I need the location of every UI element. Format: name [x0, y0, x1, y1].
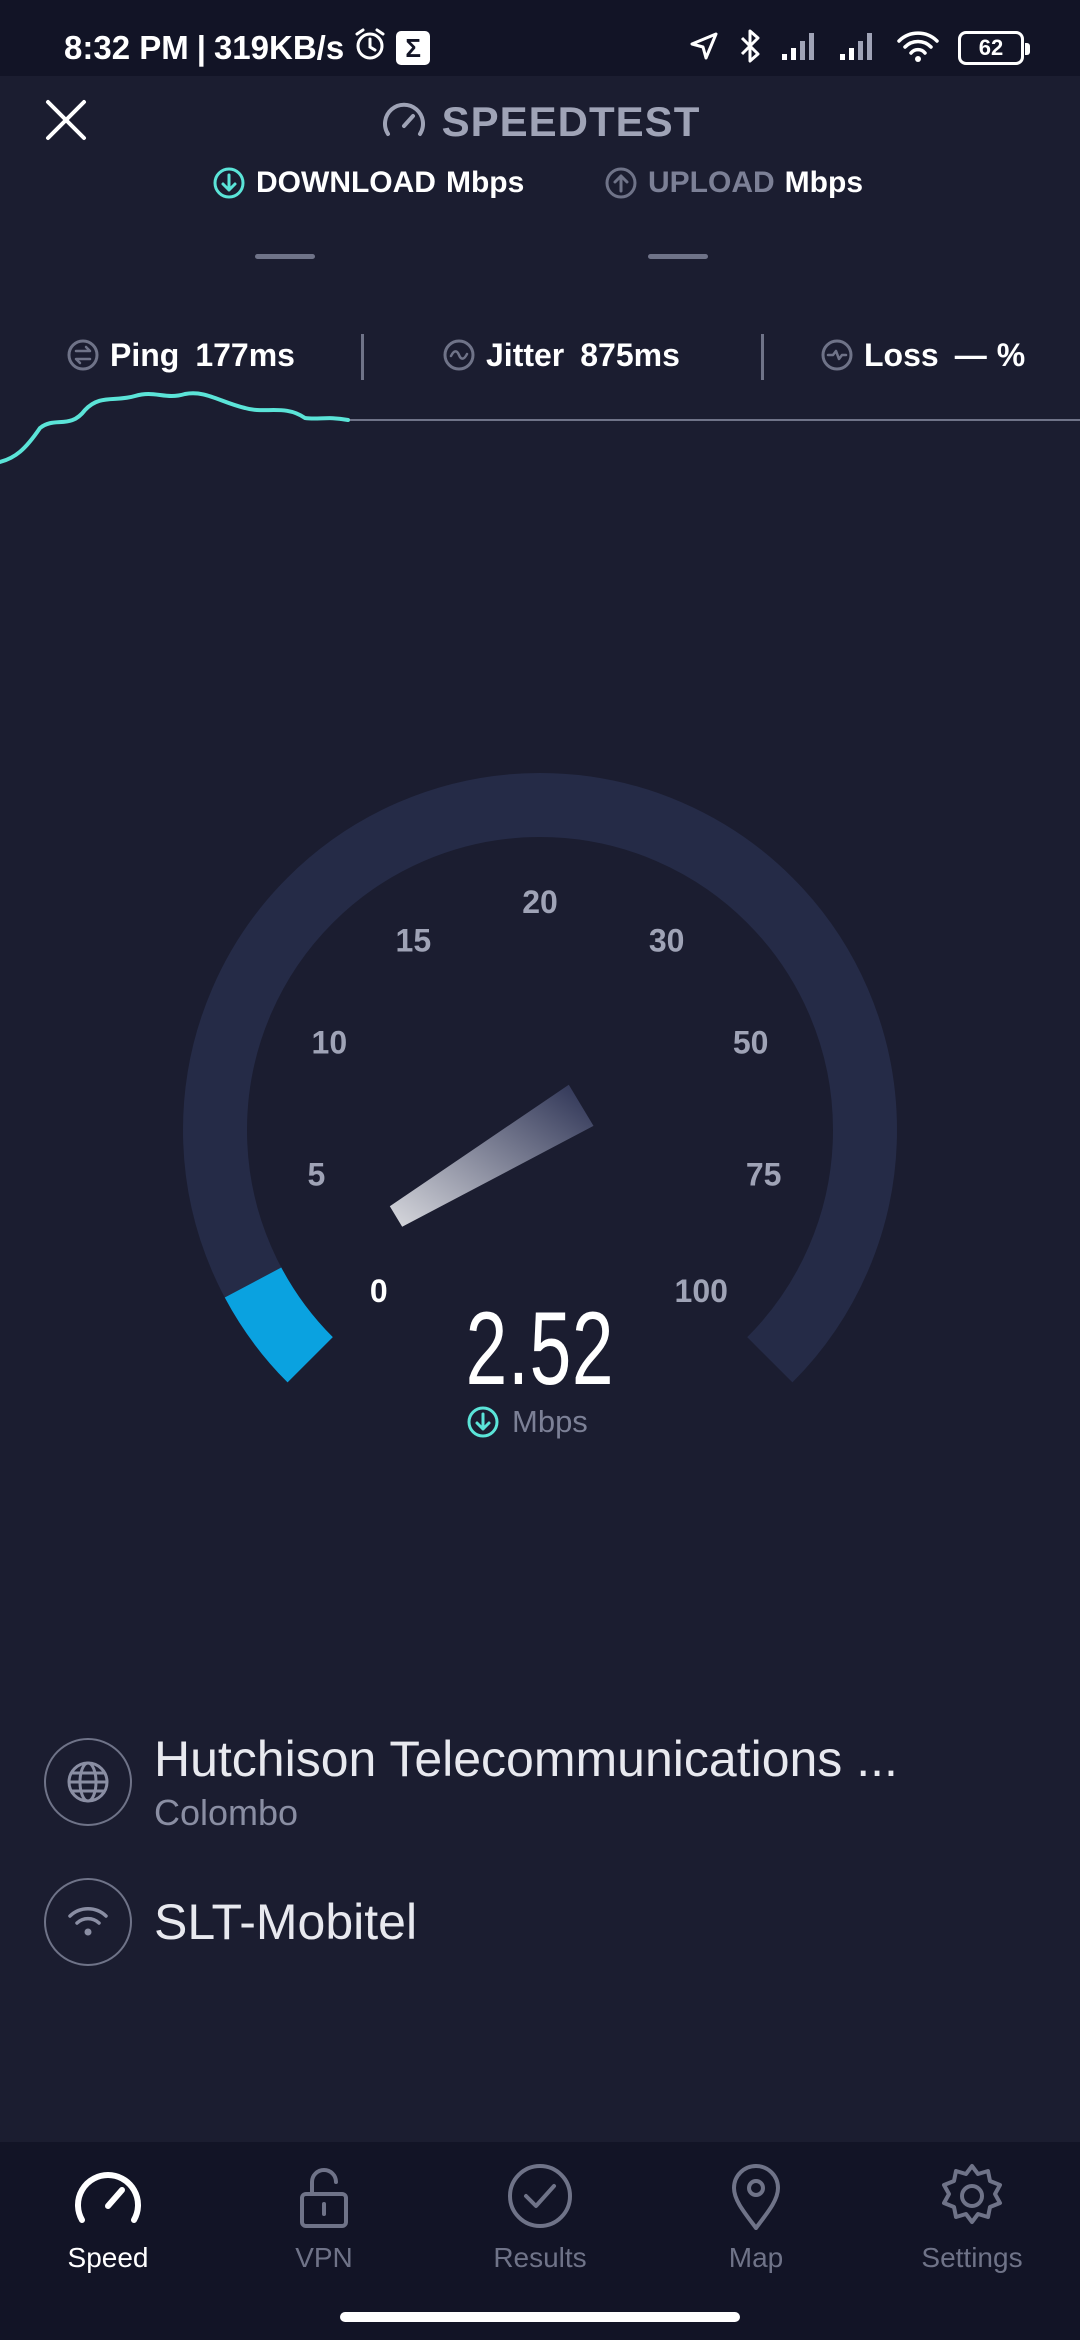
tab-download-unit: Mbps: [445, 166, 525, 199]
ping-metric: Ping 177ms: [66, 330, 295, 380]
speedometer-icon: [75, 2172, 141, 2223]
gauge-tick-label: 10: [312, 1025, 348, 1061]
check-circle-icon: [508, 2164, 572, 2228]
nav-map-label: Map: [728, 2242, 784, 2273]
download-arrow-icon: [467, 1406, 499, 1438]
download-value-placeholder: [255, 254, 315, 259]
bluetooth-icon: [738, 28, 762, 69]
nav-results-label: Results: [493, 2242, 587, 2273]
signal-icon: [780, 30, 820, 67]
result-tabs: DOWNLOAD Mbps UPLOAD Mbps: [0, 158, 1080, 208]
loss-label: Loss: [864, 336, 939, 373]
gauge-tick-label: 5: [307, 1156, 325, 1192]
wifi-icon: [44, 1878, 132, 1966]
tab-upload-unit: Mbps: [784, 166, 863, 199]
nav-settings-label: Settings: [921, 2242, 1023, 2273]
sigma-icon: Σ: [396, 31, 431, 65]
app-title-text: SPEEDTEST: [441, 98, 701, 145]
tab-download-label: DOWNLOAD: [256, 166, 436, 199]
location-icon: [688, 30, 720, 67]
app-title: SPEEDTEST: [0, 94, 1080, 150]
server-name: Hutchison Telecommunications ...: [154, 1731, 898, 1787]
server-text: Hutchison Telecommunications ... Colombo: [154, 1730, 898, 1834]
nav-settings[interactable]: Settings: [864, 2162, 1080, 2312]
loss-unit: %: [996, 336, 1026, 373]
gauge-tick-label: 100: [675, 1273, 728, 1309]
ping-label: Ping: [110, 336, 180, 373]
gauge-tick-label: 20: [522, 884, 558, 920]
status-right: 62: [688, 24, 1030, 72]
nav-map[interactable]: Map: [648, 2162, 864, 2312]
nav-vpn-label: VPN: [295, 2242, 353, 2273]
gear-icon: [942, 2164, 1002, 2224]
ping-value: 177ms: [195, 336, 295, 373]
gauge-tick-label: 75: [746, 1156, 782, 1192]
jitter-label: Jitter: [486, 336, 565, 373]
gauge-tick-label: 0: [370, 1273, 388, 1309]
tab-upload-label: UPLOAD: [648, 166, 775, 199]
map-pin-icon: [732, 2164, 780, 2230]
globe-icon: [44, 1738, 132, 1826]
network-text: SLT-Mobitel: [154, 1893, 417, 1951]
download-arrow-icon: [213, 167, 245, 199]
ping-icon: [67, 339, 99, 371]
metric-divider: [361, 334, 364, 380]
gauge-tick-label: 30: [649, 922, 685, 958]
jitter-value: 875ms: [580, 336, 680, 373]
metric-divider: [761, 334, 764, 380]
server-info[interactable]: Hutchison Telecommunications ... Colombo: [44, 1730, 1044, 1834]
metrics-row: Ping 177ms Jitter 875ms Loss — %: [0, 330, 1080, 380]
unlock-icon: [300, 2168, 348, 2228]
tab-download[interactable]: DOWNLOAD Mbps: [212, 158, 524, 208]
battery-icon: 62: [958, 31, 1030, 65]
upload-value-placeholder: [648, 254, 708, 259]
speed-unit-label: Mbps: [512, 1404, 588, 1439]
signal-icon: [838, 30, 878, 67]
network-name: SLT-Mobitel: [154, 1894, 418, 1950]
gauge-needle: [389, 1084, 594, 1227]
home-indicator[interactable]: [340, 2312, 740, 2322]
alarm-icon: [352, 26, 388, 70]
upload-arrow-icon: [605, 167, 637, 199]
status-bar: 8:32 PM | 319KB/s Σ 62: [0, 0, 1080, 76]
nav-results[interactable]: Results: [432, 2162, 648, 2312]
gauge-tick-label: 15: [396, 922, 432, 958]
nav-speed[interactable]: Speed: [0, 2162, 216, 2312]
loss-metric: Loss — %: [820, 330, 1025, 380]
status-left: 8:32 PM | 319KB/s Σ: [64, 24, 431, 72]
gauge-tick-label: 50: [733, 1025, 769, 1061]
current-speed-unit: Mbps: [466, 1402, 588, 1442]
status-separator: |: [196, 29, 206, 66]
speedometer-icon: [382, 102, 425, 136]
graph-line: [0, 391, 350, 464]
loss-icon: [821, 339, 853, 371]
wifi-icon: [896, 29, 940, 68]
server-location: Colombo: [154, 1792, 299, 1833]
network-info[interactable]: SLT-Mobitel: [44, 1878, 1044, 1966]
speed-graph: [0, 391, 1080, 464]
bottom-navigation: Speed VPN Results Map Settings: [0, 2142, 1080, 2340]
current-speed: 2.52: [465, 1291, 615, 1407]
jitter-icon: [443, 339, 475, 371]
nav-vpn[interactable]: VPN: [216, 2162, 432, 2312]
nav-speed-label: Speed: [67, 2242, 149, 2273]
loss-value: —: [954, 336, 987, 373]
tab-upload[interactable]: UPLOAD Mbps: [604, 158, 863, 208]
status-time: 8:32 PM: [64, 29, 189, 66]
jitter-metric: Jitter 875ms: [442, 330, 680, 380]
status-network-speed: 319KB/s: [213, 29, 345, 66]
gauge-progress: [224, 1266, 334, 1383]
